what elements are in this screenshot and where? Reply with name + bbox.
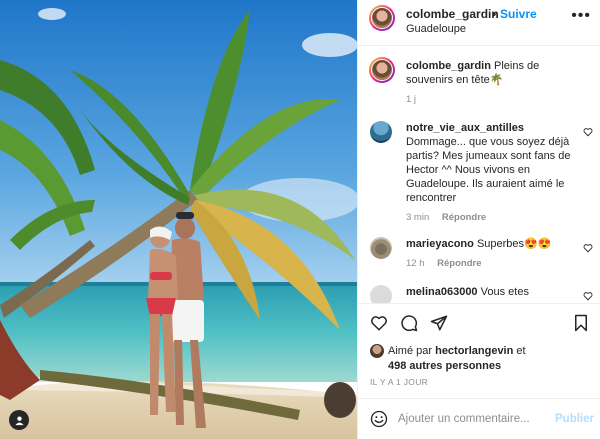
- comment-input[interactable]: [398, 409, 548, 429]
- smiley-icon[interactable]: [370, 410, 388, 428]
- post-header: colombe_gardin • Suivre Guadeloupe •••: [358, 0, 600, 46]
- comment-text: Dommage... que vous soyez déjà partis? M…: [406, 136, 571, 204]
- more-options-icon[interactable]: •••: [571, 8, 591, 24]
- comment-body: notre_vie_aux_antilles Dommage... que vo…: [406, 121, 581, 225]
- comment-body: melina063000 Vous etes: [406, 285, 581, 299]
- location-link[interactable]: Guadeloupe: [406, 23, 466, 35]
- post-timestamp[interactable]: IL Y A 1 JOUR: [370, 377, 428, 387]
- comment-meta: 12 h Répondre: [406, 257, 581, 271]
- heart-icon[interactable]: [583, 291, 593, 301]
- comment-icon[interactable]: [400, 314, 418, 332]
- caption-username[interactable]: colombe_gardin: [406, 60, 491, 72]
- reply-button[interactable]: Répondre: [442, 212, 486, 223]
- comment-username[interactable]: notre_vie_aux_antilles: [406, 122, 524, 134]
- paper-plane-icon[interactable]: [430, 314, 448, 332]
- avatar[interactable]: [369, 57, 395, 83]
- comment-username[interactable]: melina063000: [406, 286, 478, 298]
- post-photo[interactable]: [0, 0, 357, 439]
- tagged-users-button[interactable]: [9, 410, 29, 430]
- comment-body: marieyacono Superbes😍😍 12 h Répondre: [406, 237, 581, 271]
- caption-body: colombe_gardin Pleins de souvenirs en tê…: [406, 59, 581, 107]
- instagram-post: colombe_gardin • Suivre Guadeloupe ••• c…: [0, 0, 600, 439]
- liked-by-prefix: Aimé par: [388, 345, 433, 357]
- avatar[interactable]: [369, 5, 395, 31]
- couple-figures: [146, 212, 206, 428]
- post-side-panel: colombe_gardin • Suivre Guadeloupe ••• c…: [357, 0, 600, 439]
- liked-by-line: Aimé par hectorlangevin et: [388, 345, 526, 357]
- likes-count[interactable]: 498 autres personnes: [388, 360, 501, 372]
- add-comment-bar: Publier: [358, 398, 600, 439]
- caption-age: 1 j: [406, 94, 417, 105]
- separator-dot: •: [492, 7, 497, 21]
- heart-icon[interactable]: [370, 314, 388, 332]
- comment-meta: 3 min Répondre: [406, 211, 581, 225]
- user-icon: [14, 415, 24, 425]
- caption-item: colombe_gardin Pleins de souvenirs en tê…: [358, 55, 600, 105]
- author-username[interactable]: colombe_gardin: [406, 7, 499, 21]
- avatar[interactable]: [370, 344, 384, 358]
- comment-item: notre_vie_aux_antilles Dommage... que vo…: [358, 119, 600, 229]
- comment-age: 12 h: [406, 258, 425, 269]
- post-actions-bar: [358, 303, 600, 343]
- reply-button[interactable]: Répondre: [437, 258, 481, 269]
- comment-item: melina063000 Vous etes: [358, 285, 600, 303]
- liked-by-conj: et: [516, 345, 526, 357]
- comment-text: Superbes😍😍: [476, 238, 552, 250]
- comments-list[interactable]: colombe_gardin Pleins de souvenirs en tê…: [358, 47, 600, 303]
- comment-age: 3 min: [406, 212, 430, 223]
- beach-palm-photo: [0, 0, 357, 439]
- heart-icon[interactable]: [583, 243, 593, 253]
- avatar[interactable]: [370, 121, 392, 143]
- liked-by-user[interactable]: hectorlangevin: [435, 345, 513, 357]
- avatar[interactable]: [370, 285, 392, 303]
- bookmark-icon[interactable]: [573, 314, 589, 332]
- comment-item: marieyacono Superbes😍😍 12 h Répondre: [358, 235, 600, 275]
- caption-meta: 1 j: [406, 93, 581, 107]
- avatar[interactable]: [370, 237, 392, 259]
- publish-button[interactable]: Publier: [555, 413, 594, 425]
- heart-icon[interactable]: [583, 127, 593, 137]
- comment-text: Vous etes: [480, 286, 529, 298]
- follow-button[interactable]: Suivre: [500, 7, 537, 21]
- comment-username[interactable]: marieyacono: [406, 238, 474, 250]
